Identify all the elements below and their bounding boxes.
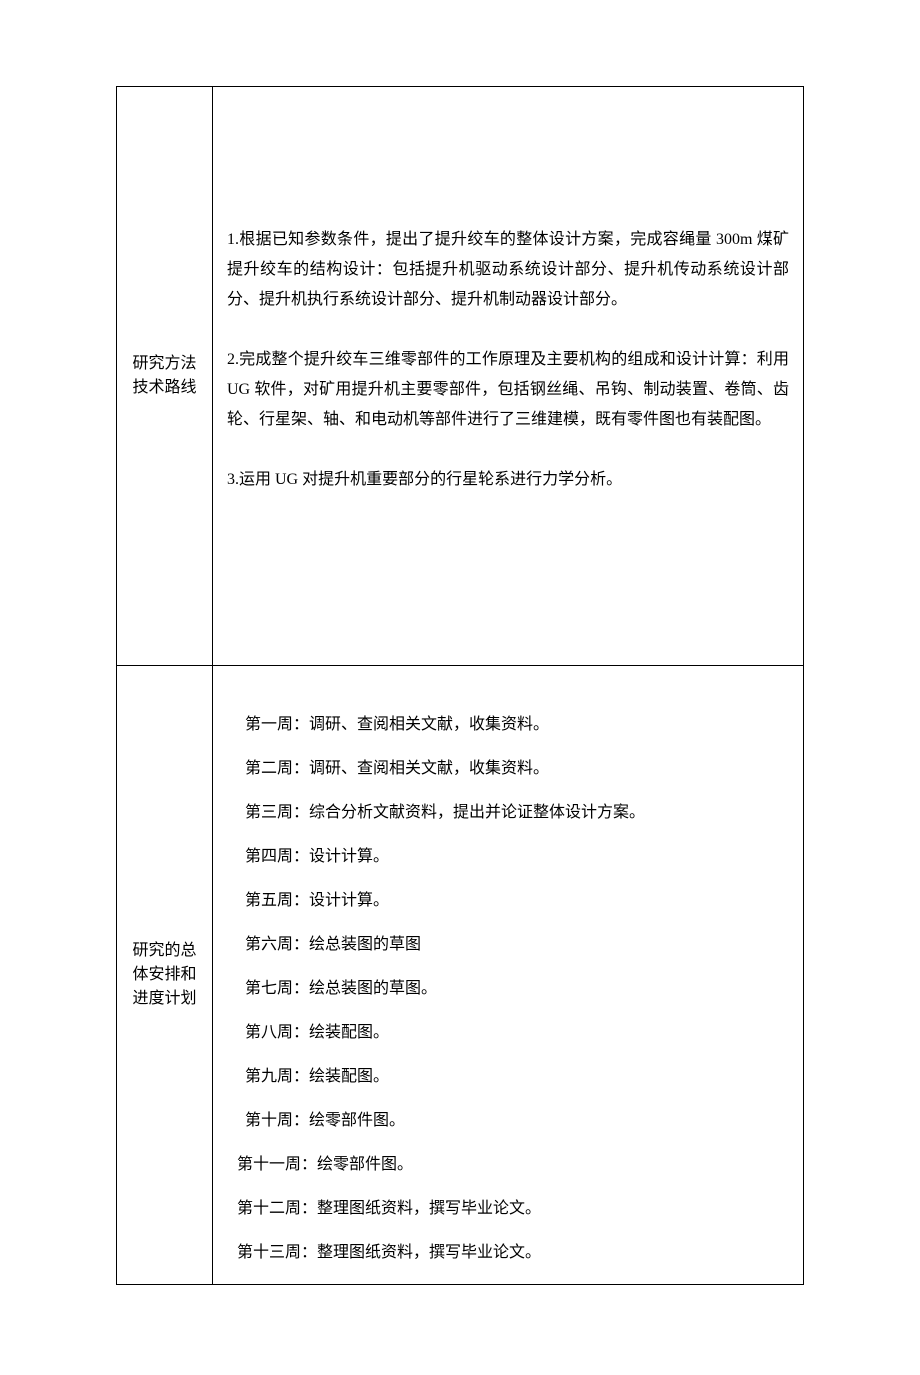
- schedule-line: 第二周：调研、查阅相关文献，收集资料。: [237, 754, 789, 784]
- schedule-line: 第十二周：整理图纸资料，撰写毕业论文。: [237, 1194, 789, 1224]
- label-line: 进度计划: [117, 987, 212, 1011]
- label-line: 技术路线: [117, 376, 212, 400]
- table-row: 研究的总 体安排和 进度计划 第一周：调研、查阅相关文献，收集资料。第二周：调研…: [117, 666, 804, 1285]
- label-line: 研究的总: [117, 939, 212, 963]
- schedule-line: 第十一周：绘零部件图。: [237, 1150, 789, 1180]
- method-paragraph: 1.根据已知参数条件，提出了提升绞车的整体设计方案，完成容绳量 300m 煤矿提…: [227, 225, 789, 315]
- label-line: 研究方法: [117, 352, 212, 376]
- method-paragraph: 2.完成整个提升绞车三维零部件的工作原理及主要机构的组成和设计计算：利用 UG …: [227, 345, 789, 435]
- method-paragraph: 3.运用 UG 对提升机重要部分的行星轮系进行力学分析。: [227, 465, 789, 495]
- label-line: 体安排和: [117, 963, 212, 987]
- schedule-line: 第一周：调研、查阅相关文献，收集资料。: [237, 710, 789, 740]
- row-label-methods: 研究方法 技术路线: [117, 87, 213, 666]
- row-label-schedule: 研究的总 体安排和 进度计划: [117, 666, 213, 1285]
- schedule-block: 第一周：调研、查阅相关文献，收集资料。第二周：调研、查阅相关文献，收集资料。第三…: [213, 666, 803, 1284]
- table-row: 研究方法 技术路线 1.根据已知参数条件，提出了提升绞车的整体设计方案，完成容绳…: [117, 87, 804, 666]
- schedule-line: 第七周：绘总装图的草图。: [237, 974, 789, 1004]
- methods-block: 1.根据已知参数条件，提出了提升绞车的整体设计方案，完成容绳量 300m 煤矿提…: [213, 87, 803, 665]
- schedule-line: 第八周：绘装配图。: [237, 1018, 789, 1048]
- document-table: 研究方法 技术路线 1.根据已知参数条件，提出了提升绞车的整体设计方案，完成容绳…: [116, 86, 804, 1285]
- schedule-line: 第十周：绘零部件图。: [237, 1106, 789, 1136]
- row-content-methods: 1.根据已知参数条件，提出了提升绞车的整体设计方案，完成容绳量 300m 煤矿提…: [213, 87, 804, 666]
- schedule-line: 第五周：设计计算。: [237, 886, 789, 916]
- row-content-schedule: 第一周：调研、查阅相关文献，收集资料。第二周：调研、查阅相关文献，收集资料。第三…: [213, 666, 804, 1285]
- page: 研究方法 技术路线 1.根据已知参数条件，提出了提升绞车的整体设计方案，完成容绳…: [0, 0, 920, 1375]
- schedule-line: 第九周：绘装配图。: [237, 1062, 789, 1092]
- schedule-line: 第十三周：整理图纸资料，撰写毕业论文。: [237, 1238, 789, 1268]
- schedule-line: 第三周：综合分析文献资料，提出并论证整体设计方案。: [237, 798, 789, 828]
- schedule-line: 第四周：设计计算。: [237, 842, 789, 872]
- schedule-line: 第六周：绘总装图的草图: [237, 930, 789, 960]
